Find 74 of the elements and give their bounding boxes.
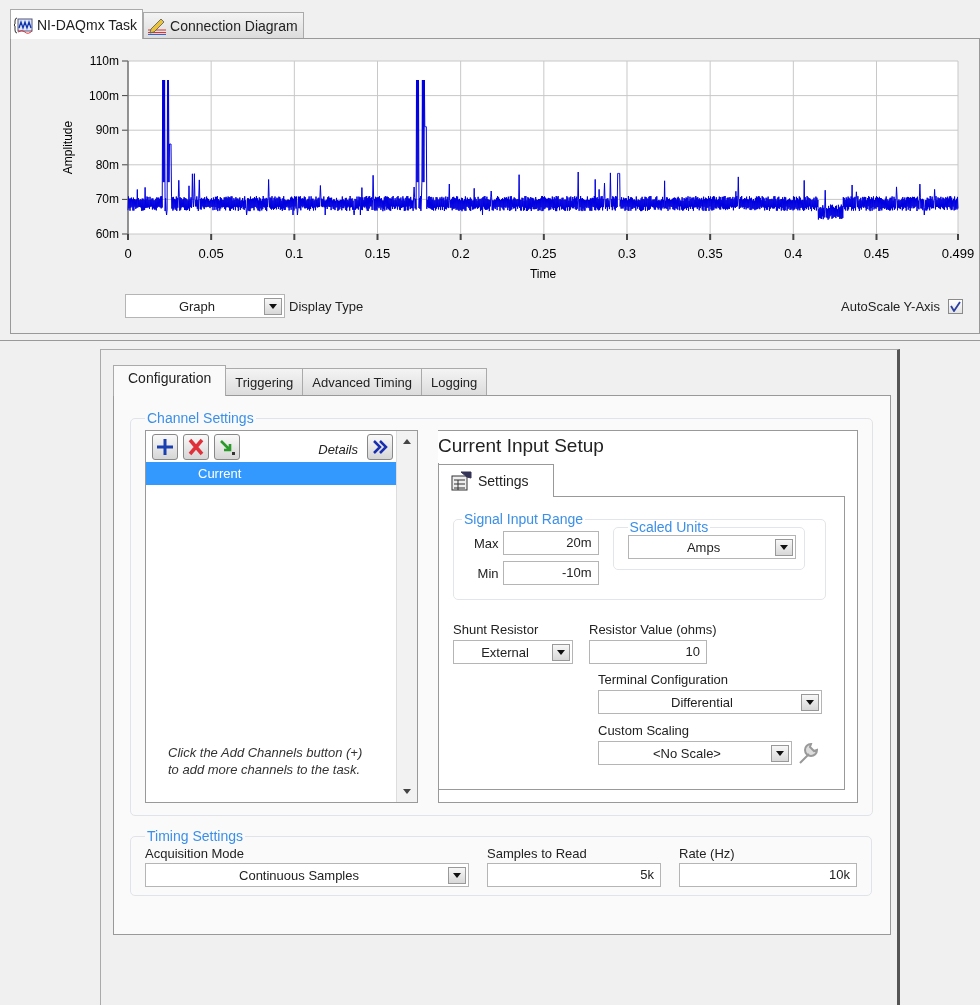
field-label: Custom Scaling	[598, 723, 691, 738]
tab[interactable]: Advanced Timing	[302, 368, 423, 395]
autoscale-checkbox[interactable]	[948, 298, 963, 314]
caret-icon	[264, 297, 282, 315]
field-label: Display Type	[289, 298, 364, 314]
tab[interactable]: Logging	[421, 368, 488, 395]
field-label: Min	[477, 565, 499, 581]
plus-icon	[156, 438, 174, 456]
caret-icon	[448, 866, 466, 884]
tick-label: 100m	[88, 88, 119, 103]
axis-title: Time	[529, 267, 557, 281]
tick-label: 0.2	[451, 246, 470, 261]
move-button[interactable]	[214, 434, 240, 460]
tick-label: 0.1	[285, 246, 304, 261]
delete-button[interactable]	[183, 434, 209, 460]
tick-label: 0.25	[531, 246, 557, 261]
caret-icon	[774, 538, 793, 556]
samples-to-read-field[interactable]: 5k	[487, 863, 661, 887]
field-label: Max	[474, 535, 499, 551]
custom-scaling-dropdown[interactable]: <No Scale>	[598, 741, 792, 765]
arrow-icon	[218, 438, 236, 456]
group-title: Signal Input Range	[463, 511, 585, 527]
field-label: Rate (Hz)	[679, 846, 736, 861]
settings-sheet-icon	[451, 471, 473, 491]
waveform-icon	[14, 15, 34, 34]
tab[interactable]: NI-DAQmx Task	[10, 9, 144, 39]
scroll-up-icon[interactable]	[403, 439, 411, 444]
tick-label: 0.35	[697, 246, 723, 261]
tab[interactable]: Connection Diagram	[143, 12, 304, 38]
tick-label: 0.4	[784, 246, 803, 261]
tick-label: 0.499	[941, 246, 975, 261]
group-title: Timing Settings	[146, 828, 244, 844]
scaled-units-dropdown[interactable]: Amps	[627, 535, 796, 559]
acquisition-mode-dropdown[interactable]: Continuous Samples	[145, 863, 469, 887]
pencil-chart-icon	[147, 16, 168, 35]
caret-icon	[552, 643, 570, 661]
group-title: Scaled Units	[628, 519, 710, 535]
max-field[interactable]: 20m	[502, 531, 599, 555]
field-label: Samples to Read	[487, 846, 588, 861]
group-title: Channel Settings	[146, 410, 255, 426]
tick-label: 70m	[95, 192, 119, 207]
min-field[interactable]: -10m	[502, 561, 599, 585]
tab[interactable]: Settings	[438, 464, 554, 497]
tick-label: 0.45	[863, 246, 890, 261]
tab[interactable]: Triggering	[225, 368, 304, 395]
details-label: Details	[318, 441, 358, 457]
hint-text: Click the Add Channels button (+) to add more channels to the task.	[167, 744, 364, 779]
display-type-dropdown[interactable]: Graph	[125, 294, 285, 318]
tick-label: 110m	[89, 54, 119, 68]
details-button[interactable]	[367, 434, 393, 460]
cross-icon	[187, 438, 205, 456]
tick-label: 0.3	[617, 246, 637, 261]
tick-label: 0.05	[198, 246, 224, 261]
field-label: Acquisition Mode	[145, 846, 245, 861]
field-label: Resistor Value (ohms)	[589, 622, 717, 637]
resistor-value-field[interactable]: 10	[589, 640, 707, 664]
shunt-resistor-dropdown[interactable]: External	[453, 640, 573, 664]
tick-label: 80m	[95, 157, 119, 172]
tab[interactable]: Configuration	[113, 365, 227, 396]
scroll-down-icon[interactable]	[403, 789, 411, 794]
field-label: Shunt Resistor	[453, 622, 540, 637]
field-label: Terminal Configuration	[598, 672, 730, 687]
tick-label: 0.15	[364, 246, 391, 261]
caret-icon	[771, 744, 789, 762]
tick-label: 0	[124, 246, 132, 261]
axis-title: Amplitude	[61, 120, 75, 175]
checkbox-label: AutoScale Y-Axis	[841, 298, 940, 314]
caret-icon	[801, 693, 819, 711]
rate-field[interactable]: 10k	[679, 863, 857, 887]
terminal-configuration-dropdown[interactable]: Differential	[598, 690, 822, 714]
double-chevron-icon	[371, 438, 389, 456]
tick-label: 60m	[95, 227, 119, 241]
tick-label: 90m	[95, 123, 119, 138]
add-button[interactable]	[152, 434, 178, 460]
